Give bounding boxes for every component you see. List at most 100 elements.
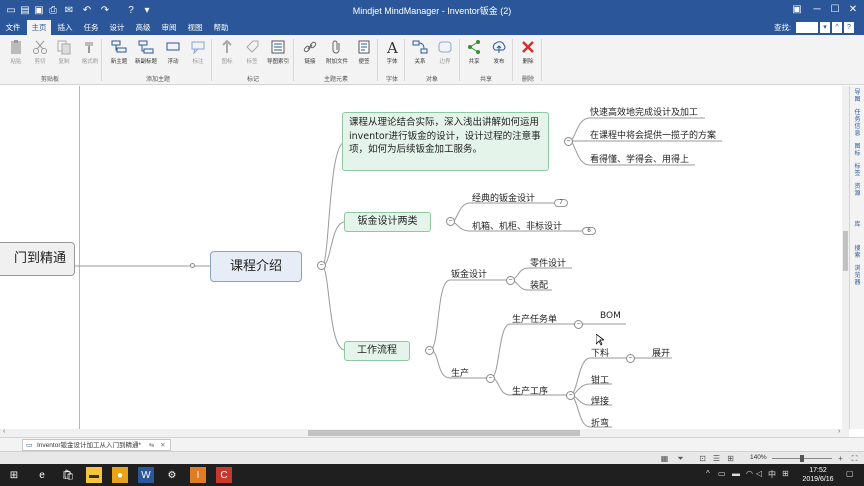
note-button[interactable]: 便签 [351, 39, 377, 73]
search-input[interactable] [796, 22, 818, 33]
word-icon[interactable]: W [138, 467, 154, 483]
subtopic-unfold[interactable]: 展开 [652, 346, 670, 359]
font-button[interactable]: A 字体 [379, 39, 405, 73]
callout-button[interactable]: 标注 [185, 39, 211, 73]
paste-button[interactable]: 粘贴 [3, 39, 29, 73]
subtopic-fitter[interactable]: 钳工 [591, 373, 609, 386]
share-button[interactable]: 共享 [461, 39, 487, 73]
side-tab-search[interactable]: 搜索 [852, 246, 863, 260]
outline-view-icon[interactable]: ☰ [712, 454, 721, 463]
main-topic-root[interactable]: 门到精通 [0, 242, 75, 276]
tab-design[interactable]: 设计 [106, 20, 128, 35]
subtopic-process[interactable]: 生产工序 [512, 384, 548, 397]
zoom-slider[interactable] [772, 455, 832, 462]
tab-insert[interactable]: 插入 [54, 20, 76, 35]
collapse-button[interactable]: − [486, 374, 495, 383]
tab-view[interactable]: 视图 [184, 20, 206, 35]
close-button[interactable]: ✕ [844, 2, 862, 18]
file-explorer-icon[interactable]: ▬ [86, 467, 102, 483]
attach-file-button[interactable]: 附加文件 [324, 39, 350, 73]
minimize-button[interactable]: ─ [808, 2, 826, 18]
zoom-in-icon[interactable]: + [836, 454, 845, 463]
collapse-button[interactable]: − [446, 217, 455, 226]
ribbon-collapse-icon[interactable]: ^ [832, 22, 842, 33]
tab-home[interactable]: 主页 [27, 20, 51, 35]
subtopic-production[interactable]: 生产 [451, 366, 469, 379]
new-topic-button[interactable]: 新主题 [106, 39, 132, 73]
fit-map-icon[interactable]: ⊡ [698, 454, 707, 463]
maximize-button[interactable]: ☐ [826, 2, 844, 18]
windows-start-icon[interactable]: ⊞ [6, 467, 22, 483]
subtopic-task-sheet[interactable]: 生产任务单 [512, 312, 557, 325]
fullscreen-icon[interactable]: ⛶ [850, 454, 859, 463]
subtopic-count-badge[interactable]: 7 [554, 199, 568, 207]
subtopic-chassis[interactable]: 机箱、机柜、非标设计 [472, 219, 562, 232]
link-button[interactable]: 链接 [297, 39, 323, 73]
icon-button[interactable]: 图标 [214, 39, 240, 73]
vertical-scrollbar[interactable] [842, 86, 849, 429]
notifications-icon[interactable]: ▢ [846, 469, 854, 478]
central-topic[interactable]: 课程介绍 [210, 251, 302, 282]
copy-button[interactable]: 复制 [51, 39, 77, 73]
tray-expand-icon[interactable]: ^ [706, 469, 710, 478]
subtopic-bom[interactable]: BOM [600, 311, 621, 321]
tab-advanced[interactable]: 高级 [132, 20, 154, 35]
side-tab-task-info[interactable]: 任务信息 [852, 110, 863, 138]
tab-help[interactable]: 帮助 [210, 20, 232, 35]
publish-button[interactable]: 发布 [486, 39, 512, 73]
map-canvas[interactable]: 门到精通 课程介绍 − 课程从理论结合实际，深入浅出讲解如何运用inventor… [0, 86, 849, 429]
wifi-icon[interactable]: ◠ [746, 469, 753, 478]
subtopic-part-design[interactable]: 零件设计 [530, 256, 566, 269]
subtopic-count-badge[interactable]: 6 [582, 227, 596, 235]
scroll-left-icon[interactable]: ‹ [3, 428, 5, 435]
tab-task[interactable]: 任务 [80, 20, 102, 35]
side-tab-browser[interactable]: 浏览器 [852, 266, 863, 287]
tag-button[interactable]: 标签 [239, 39, 265, 73]
network-icon[interactable]: ▭ [718, 469, 726, 478]
subtopic-welding[interactable]: 焊接 [591, 394, 609, 407]
floating-topic-button[interactable]: 浮动 [160, 39, 186, 73]
collapse-button[interactable]: − [574, 320, 583, 329]
collapse-button[interactable]: − [626, 354, 635, 363]
boundary-button[interactable]: 边界 [432, 39, 458, 73]
topic-workflow[interactable]: 工作流程 [344, 341, 410, 361]
new-subtopic-button[interactable]: 新副标题 [133, 39, 159, 73]
side-tab-map[interactable]: 导图 [852, 90, 863, 104]
subtopic-intro-1[interactable]: 快速高效地完成设计及加工 [590, 105, 698, 118]
subtopic-classic-sheet[interactable]: 经典的钣金设计 [472, 191, 535, 204]
layout-icon[interactable]: ▦ [660, 454, 669, 463]
pin-icon[interactable]: ⇆ [149, 442, 154, 449]
delete-button[interactable]: 删除 [515, 39, 541, 73]
tab-review[interactable]: 审阅 [158, 20, 180, 35]
scrollbar-thumb[interactable] [843, 231, 848, 271]
relationship-button[interactable]: 关系 [407, 39, 433, 73]
collapse-button[interactable]: − [317, 261, 326, 270]
scroll-right-icon[interactable]: › [838, 428, 840, 435]
format-painter-button[interactable]: 格式刷 [77, 39, 103, 73]
subtopic-intro-3[interactable]: 看得懂、学得会、用得上 [590, 152, 689, 165]
cut-button[interactable]: 剪切 [27, 39, 53, 73]
document-tab[interactable]: ▭ Inventor钣金设计加工从入门到精通* ⇆ ✕ [22, 439, 171, 451]
search-options-icon[interactable]: ▾ [820, 22, 830, 33]
map-index-button[interactable]: 导图索引 [265, 39, 291, 73]
settings-icon[interactable]: ⚙ [164, 467, 180, 483]
scrollbar-thumb[interactable] [308, 430, 580, 436]
help-button[interactable]: ? [844, 22, 854, 33]
horizontal-scrollbar[interactable]: ‹ › [0, 428, 849, 437]
topic-design-types[interactable]: 钣金设计两类 [344, 212, 431, 232]
tab-file[interactable]: 文件 [2, 20, 24, 35]
mindmanager-icon[interactable]: C [216, 467, 232, 483]
system-clock[interactable]: 17:52 2019/6/16 [796, 466, 840, 484]
collapse-button[interactable]: − [566, 391, 575, 400]
app-icon[interactable]: ● [112, 467, 128, 483]
input-language[interactable]: 中 [768, 469, 776, 480]
subtopic-assembly[interactable]: 装配 [530, 278, 548, 291]
close-tab-icon[interactable]: ✕ [160, 442, 165, 449]
topic-intro[interactable]: 课程从理论结合实际，深入浅出讲解如何运用inventor进行钣金的设计，设计过程… [342, 112, 549, 171]
inventor-icon[interactable]: I [190, 467, 206, 483]
store-icon[interactable]: 🛍 [60, 467, 76, 483]
side-tab-library[interactable]: 库 [852, 222, 863, 229]
subtopic-cutting[interactable]: 下料 [591, 346, 609, 359]
edge-browser-icon[interactable]: e [34, 467, 50, 483]
side-tab-resources[interactable]: 资源 [852, 184, 863, 198]
